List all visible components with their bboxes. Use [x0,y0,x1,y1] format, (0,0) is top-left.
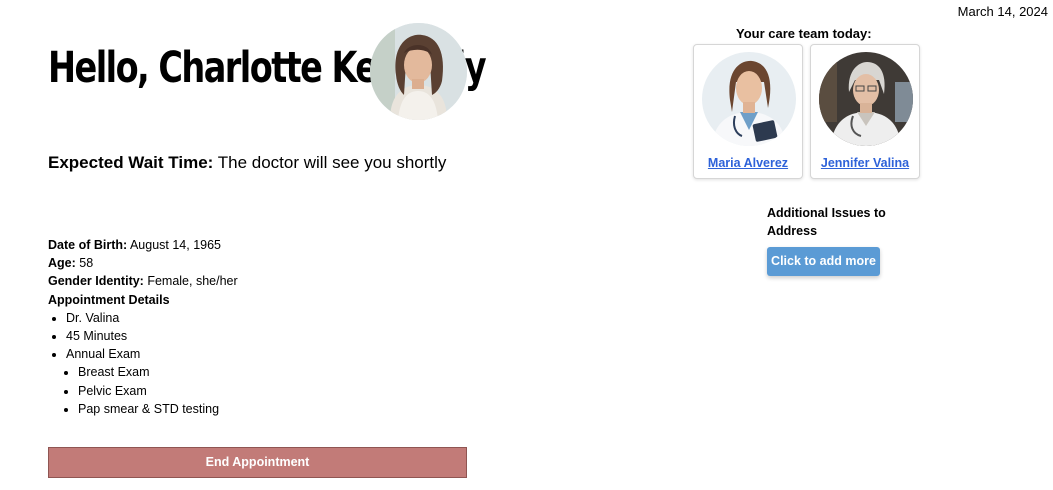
exam-sublist: Breast Exam Pelvic Exam Pap smear & STD … [66,363,238,418]
age-label: Age: [48,256,76,271]
list-item: Pelvic Exam [78,382,238,400]
patient-avatar [370,23,467,120]
gender-value: Female, she/her [143,274,238,289]
end-appointment-button[interactable]: End Appointment [48,447,467,478]
expected-wait-time: Expected Wait Time: The doctor will see … [48,153,446,173]
care-team-link-maria-alverez[interactable]: Maria Alverez [694,156,802,170]
gender-row: Gender Identity: Female, she/her [48,272,238,290]
doctor-avatar [702,52,796,146]
list-item: Breast Exam [78,363,238,381]
care-team-card-jennifer: Jennifer Valina [810,44,920,179]
age-value: 58 [75,256,94,271]
list-item: Dr. Valina [66,309,238,327]
dob-label: Date of Birth: [48,238,128,252]
patient-details: Date of Birth: August 14, 1965 Age: 58 G… [48,236,238,418]
dob-value: August 14, 1965 [127,238,222,252]
add-issues-button[interactable]: Click to add more [767,247,880,276]
age-row: Age: 58 [48,254,238,272]
list-item: Pap smear & STD testing [78,400,238,418]
dob-row: Date of Birth: August 14, 1965 [48,236,238,254]
care-team-heading: Your care team today: [736,26,872,41]
care-team-link-jennifer-valina[interactable]: Jennifer Valina [811,156,919,170]
list-item: 45 Minutes [66,327,238,345]
doctor-avatar [819,52,913,146]
wait-label: Expected Wait Time: [48,153,214,172]
appointment-details-heading: Appointment Details [48,292,170,307]
list-item: Annual Exam Breast Exam Pelvic Exam Pap … [66,345,238,418]
appointment-list: Dr. Valina 45 Minutes Annual Exam Breast… [48,309,238,418]
care-team-card-maria: Maria Alverez [693,44,803,179]
wait-value: The doctor will see you shortly [213,153,447,172]
additional-issues-heading: Additional Issues to Address [767,206,886,238]
gender-label: Gender Identity: [48,274,144,289]
current-date: March 14, 2024 [957,4,1048,19]
